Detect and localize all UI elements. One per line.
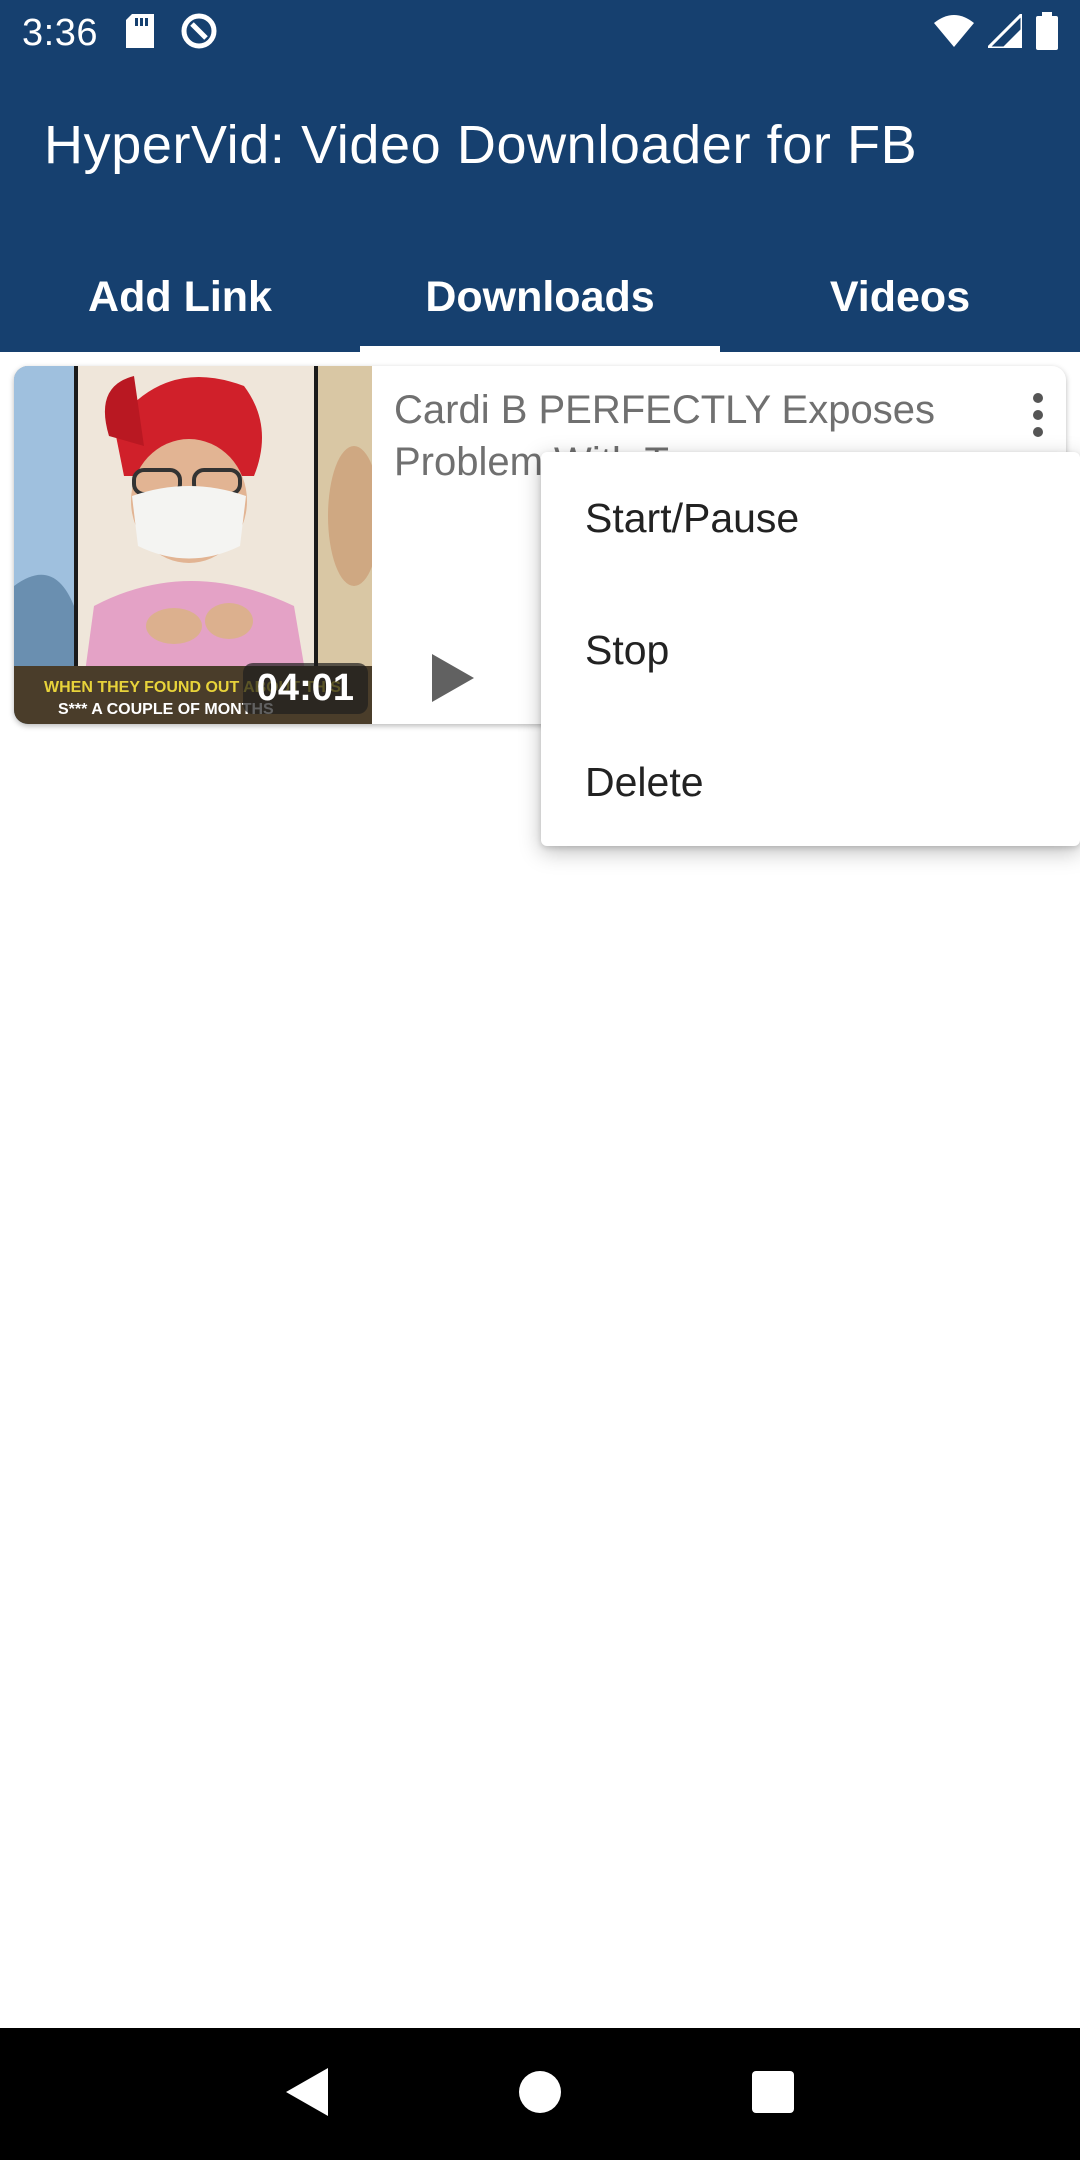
- status-bar: 3:36: [0, 0, 1080, 66]
- recents-icon[interactable]: [752, 2070, 795, 2118]
- tab-bar: Add Link Downloads Videos: [0, 242, 1080, 352]
- sd-card-icon: [125, 13, 154, 53]
- more-options-icon[interactable]: [1032, 392, 1044, 443]
- battery-icon: [1036, 11, 1058, 55]
- sync-icon: [180, 12, 218, 55]
- wifi-icon: [934, 14, 974, 52]
- app-bar: HyperVid: Video Downloader for FB Add Li…: [0, 66, 1080, 352]
- play-icon[interactable]: [432, 654, 474, 707]
- status-notification-icons: [125, 12, 218, 55]
- app-title: HyperVid: Video Downloader for FB: [44, 115, 918, 175]
- menu-item-stop[interactable]: Stop: [541, 584, 1080, 716]
- tab-videos[interactable]: Videos: [720, 242, 1080, 352]
- tab-downloads[interactable]: Downloads: [360, 242, 720, 352]
- screen: 3:36 HyperVid: Video Downloader for FB A: [0, 0, 1080, 2160]
- context-menu: Start/Pause Stop Delete: [541, 452, 1080, 846]
- video-thumbnail[interactable]: WHEN THEY FOUND OUT ABOUT THIS S*** A CO…: [14, 366, 372, 724]
- status-time: 3:36: [22, 11, 98, 54]
- back-icon[interactable]: [285, 2067, 328, 2121]
- thumbnail-caption-line2: S*** A COUPLE OF MONTHS: [58, 701, 274, 718]
- status-system-icons: [934, 9, 1058, 55]
- signal-icon: [984, 9, 1024, 53]
- tab-add-link[interactable]: Add Link: [0, 242, 360, 352]
- navigation-bar: [0, 2028, 1080, 2160]
- home-icon[interactable]: [518, 2070, 561, 2118]
- menu-item-start-pause[interactable]: Start/Pause: [541, 452, 1080, 584]
- video-duration: 04:01: [242, 663, 368, 714]
- menu-item-delete[interactable]: Delete: [541, 716, 1080, 848]
